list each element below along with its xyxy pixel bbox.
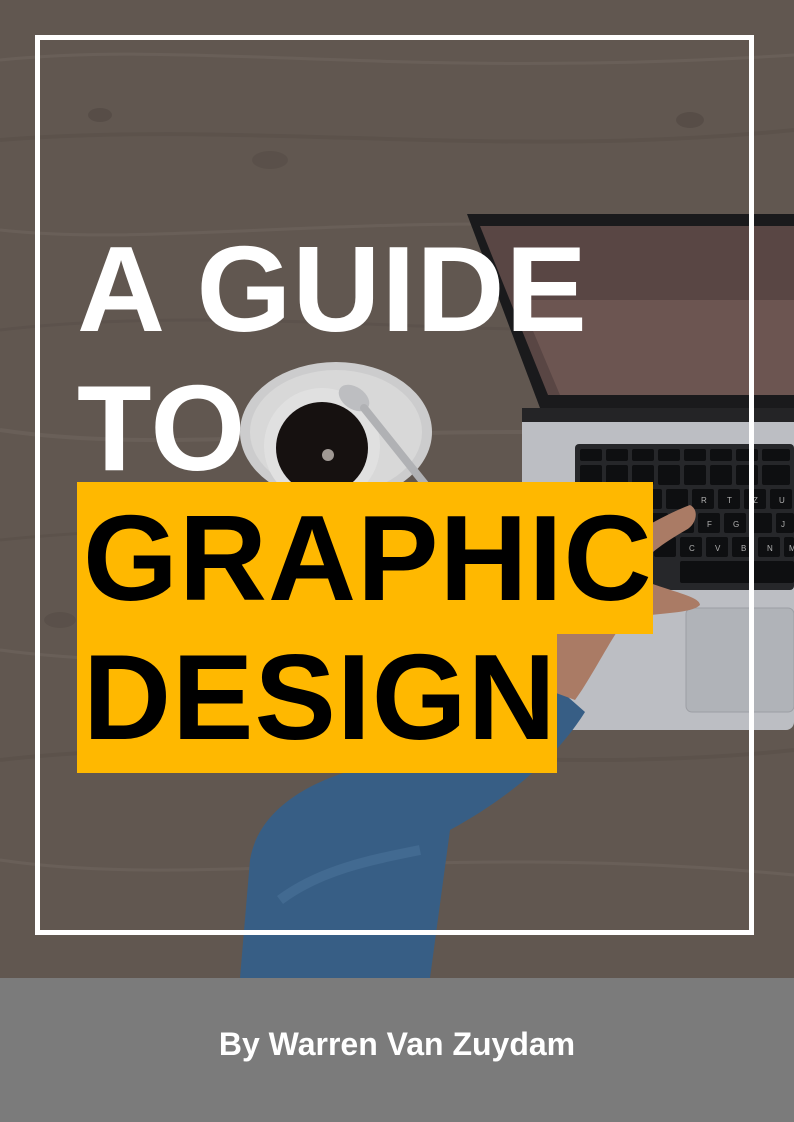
title-line-a-guide: A GUIDE [77,221,588,357]
title-line-graphic: GRAPHIC [77,482,653,634]
cover-page: R T Z U F G J C V B N M A GUIDE TO GRAPH… [0,0,794,1122]
highlight-graphic: GRAPHIC [77,482,653,634]
title-line-to: TO [77,360,247,496]
highlight-design: DESIGN [77,621,557,773]
title-line-design: DESIGN [77,621,557,773]
author-byline: By Warren Van Zuydam [218,1026,576,1062]
